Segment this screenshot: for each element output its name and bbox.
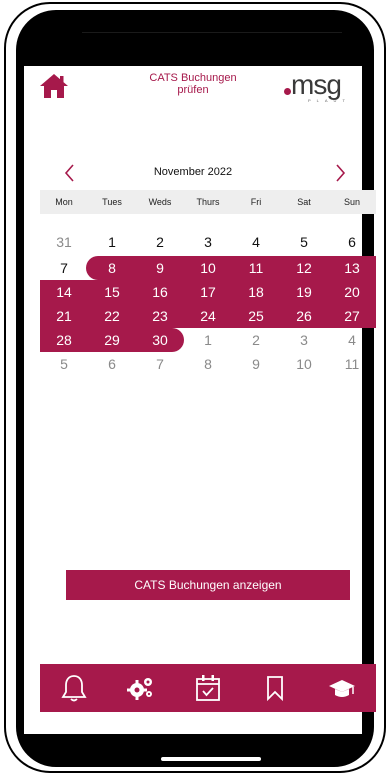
- calendar-grid: 31 1 2 3 4 5 6 7 8 9 10 11 12 13 14 15 16 17 18 19 20 21 22 23 2…: [40, 230, 376, 400]
- calendar-day[interactable]: 30: [136, 328, 184, 352]
- weekday-label: Thurs: [196, 197, 220, 207]
- calendar-day[interactable]: 2: [232, 328, 280, 352]
- calendar-day[interactable]: 6: [328, 230, 376, 254]
- calendar-day[interactable]: 10: [280, 352, 328, 376]
- logo-text: msg: [291, 69, 342, 100]
- weekday-header: Mon Tues Weds Thurs Fri Sat Sun: [40, 190, 376, 214]
- bell-icon: [61, 675, 87, 702]
- weekday-label: Sat: [297, 197, 311, 207]
- calendar-day[interactable]: 15: [88, 280, 136, 304]
- weekday-label: Sun: [343, 197, 360, 207]
- calendar-day[interactable]: 11: [232, 256, 280, 280]
- calendar-day[interactable]: 14: [40, 280, 88, 304]
- app-screen: CATS Buchungen prüfen msg PLAUT November…: [24, 66, 362, 734]
- calendar-day[interactable]: 1: [88, 230, 136, 254]
- page-title-line1: CATS Buchungen: [149, 72, 237, 84]
- speaker-line: [82, 32, 342, 33]
- logo-dot: [284, 88, 291, 95]
- bottom-tab-bar: [40, 664, 376, 712]
- month-navigation: November 2022: [24, 162, 362, 184]
- calendar-day[interactable]: 25: [232, 304, 280, 328]
- calendar-day[interactable]: 5: [40, 352, 88, 376]
- calendar-day[interactable]: 19: [280, 280, 328, 304]
- calendar-day[interactable]: 6: [88, 352, 136, 376]
- show-bookings-button[interactable]: CATS Buchungen anzeigen: [66, 570, 350, 600]
- calendar-day[interactable]: 21: [40, 304, 88, 328]
- calendar-day[interactable]: 31: [40, 230, 88, 254]
- weekday-label: Weds: [148, 197, 172, 207]
- calendar-day[interactable]: 3: [184, 230, 232, 254]
- home-button[interactable]: [38, 72, 70, 100]
- calendar-day[interactable]: 20: [328, 280, 376, 304]
- app-header: CATS Buchungen prüfen msg PLAUT: [24, 66, 362, 136]
- chevron-right-icon: [336, 164, 346, 182]
- weekday-label: Mon: [55, 197, 73, 207]
- calendar-day[interactable]: 18: [232, 280, 280, 304]
- calendar-day[interactable]: 7: [40, 256, 88, 280]
- calendar-day[interactable]: 10: [184, 256, 232, 280]
- weekday-label: Tues: [102, 197, 122, 207]
- calendar-day[interactable]: 1: [184, 328, 232, 352]
- calendar-day[interactable]: 16: [136, 280, 184, 304]
- calendar-day[interactable]: 27: [328, 304, 376, 328]
- tab-notifications[interactable]: [54, 668, 94, 708]
- tab-calendar[interactable]: [188, 668, 228, 708]
- calendar-day[interactable]: 24: [184, 304, 232, 328]
- home-icon: [40, 74, 68, 98]
- tab-bookmarks[interactable]: [255, 668, 295, 708]
- calendar-day[interactable]: 8: [184, 352, 232, 376]
- calendar-day[interactable]: 28: [40, 328, 88, 352]
- calendar-day[interactable]: 9: [232, 352, 280, 376]
- calendar-check-icon: [196, 675, 220, 701]
- weekday-label: Fri: [250, 197, 262, 207]
- calendar-day[interactable]: 26: [280, 304, 328, 328]
- calendar-day[interactable]: 4: [232, 230, 280, 254]
- calendar-day[interactable]: 2: [136, 230, 184, 254]
- month-label: November 2022: [153, 166, 233, 178]
- logo-sub: PLAUT: [308, 98, 351, 103]
- calendar-day[interactable]: 23: [136, 304, 184, 328]
- calendar-day[interactable]: 13: [328, 256, 376, 280]
- calendar-day[interactable]: 17: [184, 280, 232, 304]
- next-month-button[interactable]: [330, 162, 350, 184]
- calendar-day[interactable]: 7: [136, 352, 184, 376]
- calendar-day[interactable]: 29: [88, 328, 136, 352]
- graduation-cap-icon: [329, 680, 356, 697]
- calendar-day[interactable]: 12: [280, 256, 328, 280]
- previous-month-button[interactable]: [60, 162, 80, 184]
- calendar-day[interactable]: 22: [88, 304, 136, 328]
- calendar-day[interactable]: 3: [280, 328, 328, 352]
- calendar-day[interactable]: 11: [328, 352, 376, 376]
- home-indicator[interactable]: [161, 757, 261, 761]
- calendar-day[interactable]: 5: [280, 230, 328, 254]
- calendar-day[interactable]: 8: [88, 256, 136, 280]
- calendar-day[interactable]: 4: [328, 328, 376, 352]
- chevron-left-icon: [64, 164, 74, 182]
- msg-logo: msg PLAUT: [280, 70, 360, 110]
- tab-learning[interactable]: [322, 668, 362, 708]
- page-title-line2: prüfen: [177, 84, 209, 96]
- gears-icon: [126, 678, 152, 700]
- bookmark-icon: [267, 676, 284, 702]
- tab-settings[interactable]: [121, 668, 161, 708]
- page-title: CATS Buchungen prüfen: [124, 72, 262, 96]
- calendar-day[interactable]: 9: [136, 256, 184, 280]
